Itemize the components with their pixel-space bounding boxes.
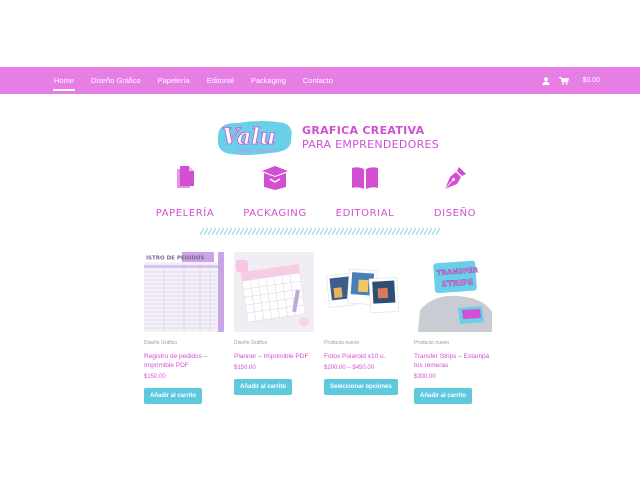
product-image[interactable]: TRANSFER STRIPS xyxy=(414,252,494,332)
select-options-button[interactable]: Seleccionar opciones xyxy=(324,379,398,395)
tagline-line-1: GRAFICA CREATIVA xyxy=(302,124,425,137)
product-price: $150.00 xyxy=(234,365,256,371)
nav-link-diseno-grafico[interactable]: Diseño Gráfico xyxy=(91,67,141,94)
product-card[interactable]: ISTRO DE PEDIDOS Diseño Gráfico Registro… xyxy=(144,252,224,404)
nav-link-home[interactable]: Home xyxy=(52,67,76,94)
product-price: $150.00 xyxy=(144,374,166,380)
product-category: Diseño Gráfico xyxy=(144,340,178,346)
cart-icon[interactable] xyxy=(559,76,570,85)
product-image[interactable]: ISTRO DE PEDIDOS xyxy=(144,252,224,332)
product-price: $200.00 – $450.00 xyxy=(324,365,375,371)
add-to-cart-button[interactable]: Añadir al carrito xyxy=(414,388,473,404)
cart-total[interactable]: $0.00 xyxy=(582,77,600,84)
add-to-cart-button[interactable]: Añadir al carrito xyxy=(234,379,293,395)
box-icon xyxy=(230,164,320,192)
category-label: PACKAGING xyxy=(243,208,307,219)
product-image[interactable] xyxy=(234,252,314,332)
category-label: DISEÑO xyxy=(433,208,477,219)
product-category: Diseño Gráfico xyxy=(234,340,268,346)
product-category: Producto nuevo xyxy=(414,340,450,346)
nav-link-papeleria[interactable]: Papelería xyxy=(158,67,190,94)
user-icon[interactable] xyxy=(542,76,551,85)
zigzag-divider xyxy=(200,228,440,235)
svg-text:gráfica creativa: gráfica creativa xyxy=(236,147,276,154)
book-icon xyxy=(320,164,410,192)
product-card[interactable]: Diseño Gráfico Planner – Imprimible PDF … xyxy=(234,252,314,395)
product-price: $300.00 xyxy=(414,374,436,380)
category-diseno[interactable]: DISEÑO xyxy=(410,164,500,219)
category-label: PAPELERÍA xyxy=(155,208,215,219)
product-card[interactable]: TRANSFER STRIPS Producto nuevo Transfer … xyxy=(414,252,494,404)
nav-link-contacto[interactable]: Contacto xyxy=(303,67,333,94)
nav-right: $0.00 xyxy=(542,67,600,94)
site-logo[interactable]: Valu gráfica creativa xyxy=(214,118,296,158)
product-name[interactable]: Transfer Strips – Estampá tus remeras xyxy=(414,352,494,370)
product-category: Producto nuevo xyxy=(324,340,360,346)
tagline-line-2: PARA EMPRENDEDORES xyxy=(302,138,440,151)
product-card[interactable]: Producto nuevo Fotos Polaroid x10 u. $20… xyxy=(324,252,404,395)
main-navbar: Home Diseño Gráfico Papelería Editorial … xyxy=(0,67,640,94)
nav-link-editorial[interactable]: Editorial xyxy=(207,67,234,94)
svg-text:Valu: Valu xyxy=(222,124,276,150)
nav-link-packaging[interactable]: Packaging xyxy=(251,67,286,94)
product-name[interactable]: Registro de pedidos – Imprimible PDF xyxy=(144,352,224,370)
svg-text:ISTRO DE PEDIDOS: ISTRO DE PEDIDOS xyxy=(146,256,204,262)
tagline: GRAFICA CREATIVA PARA EMPRENDEDORES xyxy=(302,124,439,152)
category-label: EDITORIAL xyxy=(335,208,395,219)
product-name[interactable]: Fotos Polaroid x10 u. xyxy=(324,352,404,361)
product-name[interactable]: Planner – Imprimible PDF xyxy=(234,352,314,361)
nav-links: Home Diseño Gráfico Papelería Editorial … xyxy=(52,67,350,94)
product-image[interactable] xyxy=(324,252,404,332)
category-editorial[interactable]: EDITORIAL xyxy=(320,164,410,219)
page: Home Diseño Gráfico Papelería Editorial … xyxy=(0,0,640,480)
pen-nib-icon xyxy=(410,164,500,192)
category-papeleria[interactable]: PAPELERÍA xyxy=(140,164,230,219)
file-icon xyxy=(140,164,230,192)
add-to-cart-button[interactable]: Añadir al carrito xyxy=(144,388,203,404)
category-packaging[interactable]: PACKAGING xyxy=(230,164,320,219)
